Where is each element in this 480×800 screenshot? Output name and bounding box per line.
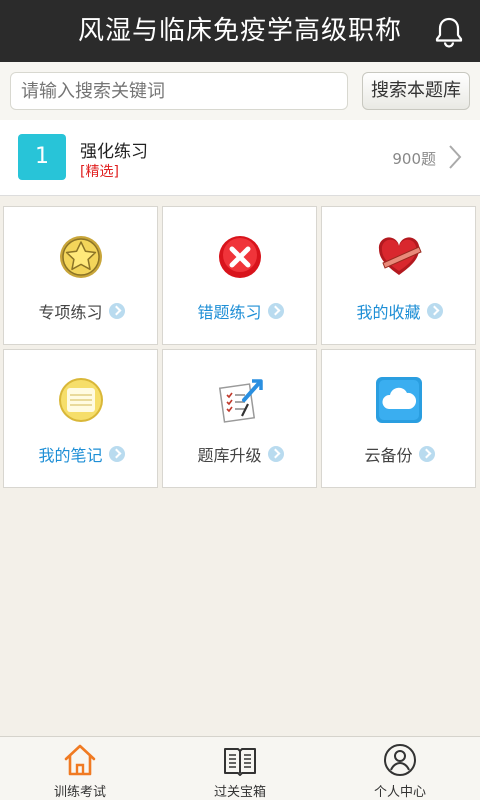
grid-item-label: 专项练习 <box>38 303 103 322</box>
error-x-icon <box>218 236 261 278</box>
chevron-circle-icon <box>418 446 435 462</box>
search-bar: 搜索本题库 <box>0 62 480 120</box>
chevron-circle-icon <box>108 303 125 319</box>
tab-treasure-box[interactable]: 过关宝箱 <box>160 737 320 800</box>
page-title: 风湿与临床免疫学高级职称 <box>77 16 402 46</box>
book-icon <box>224 748 256 776</box>
grid-item-wrong-practice[interactable]: 错题练习 <box>162 206 317 345</box>
grid-item-label: 错题练习 <box>197 303 262 322</box>
bank-question-count: 900题 <box>392 150 436 168</box>
tab-training-exam[interactable]: 训练考试 <box>0 737 160 800</box>
bank-tag: [精选] <box>80 164 119 180</box>
chevron-circle-icon <box>108 446 125 462</box>
grid-item-cloud-backup[interactable]: 云备份 <box>321 349 476 488</box>
user-icon <box>384 744 416 776</box>
heart-favorite-icon <box>378 237 422 275</box>
search-input[interactable] <box>10 72 348 110</box>
notepad-icon <box>58 378 103 422</box>
home-icon <box>64 744 96 776</box>
grid-item-favorites[interactable]: 我的收藏 <box>321 206 476 345</box>
grid-item-bank-upgrade[interactable]: 题库升级 <box>162 349 317 488</box>
grid-item-label: 我的收藏 <box>356 303 421 322</box>
chevron-right-icon <box>449 145 462 169</box>
tab-label: 过关宝箱 <box>213 785 266 800</box>
tab-personal-center[interactable]: 个人中心 <box>320 737 480 800</box>
cloud-icon <box>375 377 422 423</box>
star-badge-icon <box>59 236 102 278</box>
bank-name: 强化练习 <box>80 142 148 162</box>
app-header: 风湿与临床免疫学高级职称 <box>0 0 480 62</box>
question-bank-row[interactable]: 1 强化练习 [精选] 900题 <box>0 120 480 196</box>
bank-number-badge: 1 <box>18 134 66 180</box>
bottom-tab-bar: 训练考试 过关宝箱 个人中心 <box>0 736 480 800</box>
tab-label: 训练考试 <box>53 785 106 800</box>
chevron-circle-icon <box>426 303 443 319</box>
tab-label: 个人中心 <box>373 785 426 800</box>
chevron-circle-icon <box>267 303 284 319</box>
upgrade-checklist-icon <box>218 379 263 423</box>
grid-item-label: 我的笔记 <box>38 446 103 465</box>
chevron-circle-icon <box>267 446 284 462</box>
search-bank-button[interactable]: 搜索本题库 <box>362 72 470 110</box>
bell-icon[interactable] <box>432 15 466 49</box>
grid-item-label: 题库升级 <box>197 446 262 465</box>
grid-item-label: 云备份 <box>364 446 413 465</box>
grid-item-special-practice[interactable]: 专项练习 <box>3 206 158 345</box>
grid-item-notes[interactable]: 我的笔记 <box>3 349 158 488</box>
